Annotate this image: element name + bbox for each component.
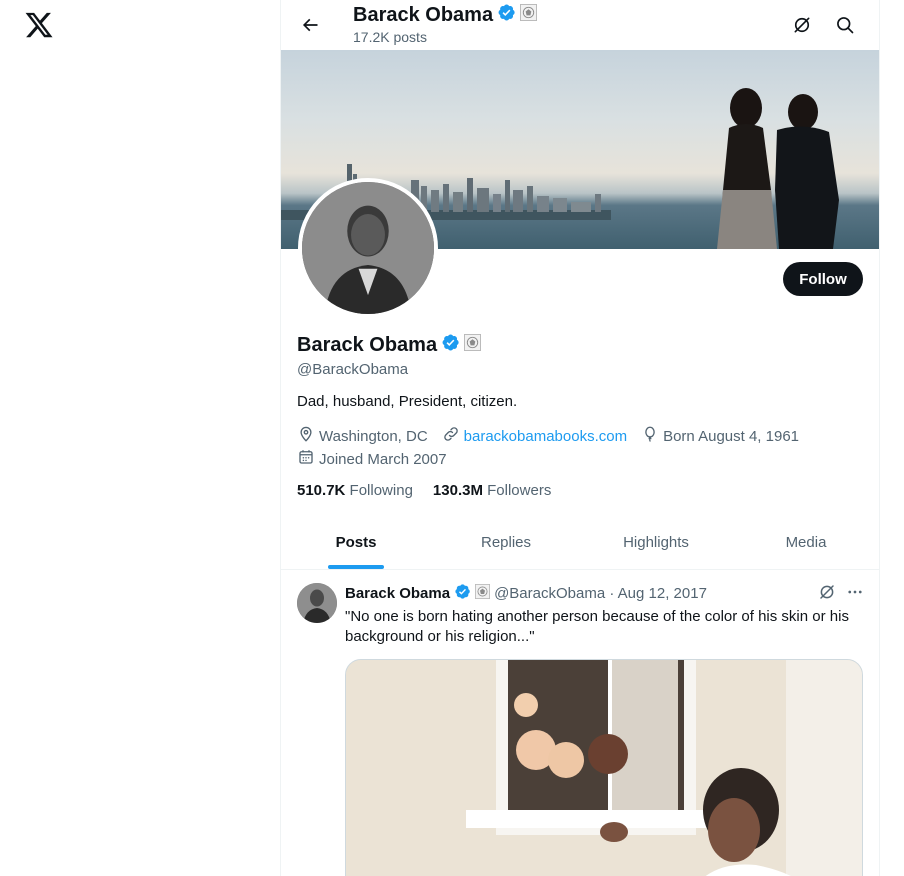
followers-label: Followers [487,482,552,499]
website-link[interactable]: barackobamabooks.com [464,428,627,445]
profile-joined-row: Joined March 2007 [297,448,447,470]
avatar-portrait [302,182,434,314]
government-seal-icon [520,4,538,27]
profile-name-row: Barack Obama [297,333,482,358]
arrow-left-icon[interactable] [295,10,325,40]
profile-tabs: Posts Replies Highlights Media [281,516,879,570]
location-pin-icon [297,425,315,447]
calendar-icon [297,448,315,470]
profile-stats: 510.7K Following 130.3M Followers [297,482,551,499]
following-link[interactable]: 510.7K Following [297,482,413,499]
active-tab-indicator [328,565,384,569]
followers-count: 130.3M [432,482,483,499]
profile-column: Barack Obama 17.2K posts Follow Barack O… [280,0,880,876]
tab-label: Replies [480,534,532,551]
profile-name: Barack Obama [297,334,438,356]
tweet-header: Barack Obama @BarackObama · Aug 12, 2017 [345,583,707,604]
government-seal-icon [475,584,491,603]
tweet-text: "No one is born hating another person be… [345,608,849,645]
tweet-author-name[interactable]: Barack Obama [345,585,450,602]
verified-badge-icon[interactable] [441,333,460,358]
tweet-media-image[interactable] [345,659,863,876]
location-text: Washington, DC [319,427,428,445]
follow-button[interactable]: Follow [783,262,863,296]
profile-joined: Joined March 2007 [297,448,447,470]
link-icon [442,425,460,447]
profile-birthday: Born August 4, 1961 [641,425,799,447]
tweet-handle-date[interactable]: @BarackObama · Aug 12, 2017 [494,585,707,602]
profile-meta-row: Washington, DC barackobamabooks.com Born… [297,425,799,447]
search-icon[interactable] [830,10,860,40]
tweet-actions [817,582,865,602]
birthday-text: Born August 4, 1961 [663,427,800,445]
joined-text: Joined March 2007 [319,450,447,468]
couple-silhouette [717,88,839,249]
tab-label: Highlights [623,534,689,551]
header-name: Barack Obama [353,4,494,26]
verified-badge-icon [454,583,471,604]
tab-media[interactable]: Media [731,516,879,569]
profile-header-bar: Barack Obama 17.2K posts [281,0,879,50]
followers-link[interactable]: 130.3M Followers [433,482,551,499]
following-label: Following [349,482,413,499]
government-seal-icon[interactable] [464,334,482,357]
grok-icon[interactable] [787,10,817,40]
header-title: Barack Obama [353,3,538,28]
more-options-icon[interactable] [845,582,865,602]
verified-badge-icon [497,3,516,28]
profile-location: Washington, DC [297,425,428,447]
tab-label: Posts [335,534,377,551]
header-post-count: 17.2K posts [353,29,427,45]
tweet-photo [346,660,862,876]
tweet-avatar[interactable] [297,583,337,623]
x-logo-icon[interactable] [24,10,54,40]
profile-handle: @BarackObama [297,361,409,378]
tab-label: Media [785,534,827,551]
balloon-icon [641,425,659,447]
profile-avatar[interactable] [298,178,438,318]
profile-bio: Dad, husband, President, citizen. [297,393,518,410]
profile-website[interactable]: barackobamabooks.com [442,425,627,447]
tab-posts[interactable]: Posts [281,516,431,569]
grok-icon[interactable] [817,582,837,602]
following-count: 510.7K [297,482,346,499]
tab-highlights[interactable]: Highlights [581,516,731,569]
tab-replies[interactable]: Replies [431,516,581,569]
